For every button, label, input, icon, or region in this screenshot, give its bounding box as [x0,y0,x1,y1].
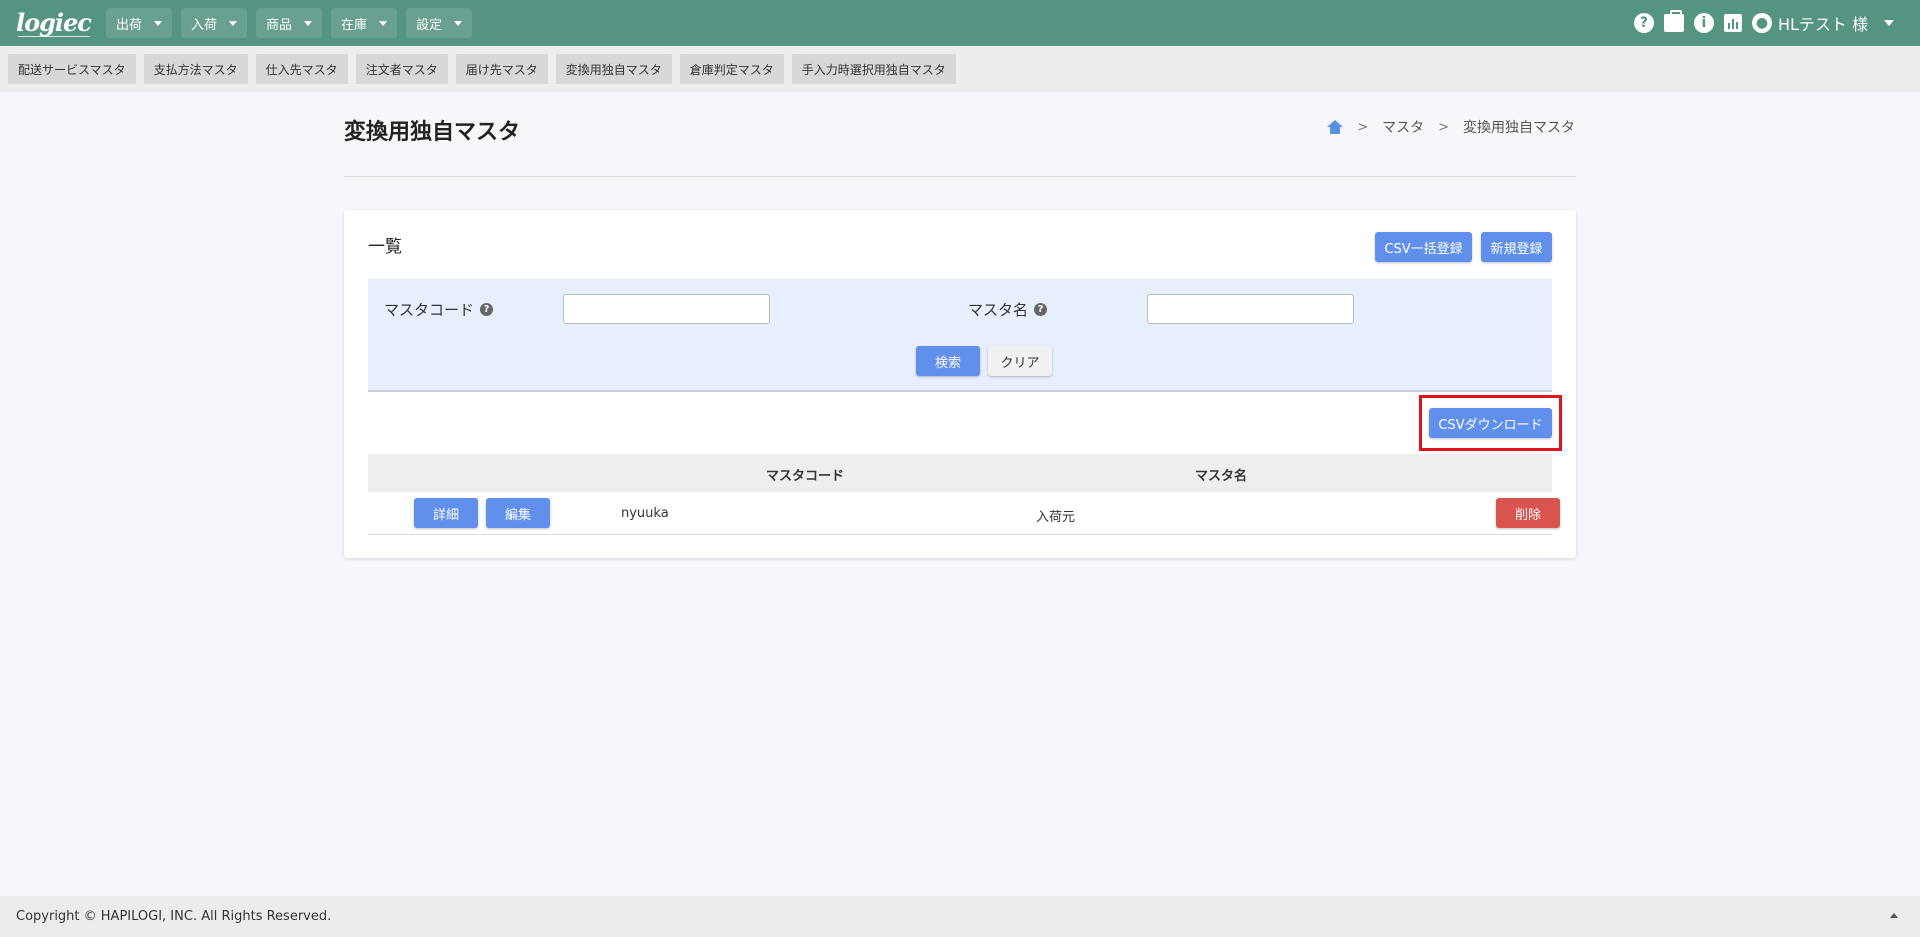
bar-chart-icon[interactable] [1723,14,1742,32]
highlight-box [1419,395,1562,451]
copyright-text: Copyright © HAPILOGI, INC. All Rights Re… [16,909,332,924]
breadcrumb-current: 変換用独自マスタ [1463,120,1575,136]
card-title: 一覧 [368,237,402,257]
tab-recipient[interactable]: 届け先マスタ [455,54,548,84]
new-register-button[interactable]: 新規登録 [1481,232,1552,262]
navbar-tools: ? i ● HLテスト 様 [1633,10,1894,35]
menu-shipping[interactable]: 出荷 [106,8,173,38]
label-text: マスタ名 [968,301,1029,319]
caret-down-icon [379,20,388,26]
caret-down-icon [154,20,163,26]
column-header-code: マスタコード [766,469,845,484]
menu-label: 出荷 [116,17,143,33]
tab-warehouse-rule[interactable]: 倉庫判定マスタ [679,54,784,84]
caret-down-icon [229,20,238,26]
master-name-input[interactable] [1147,294,1354,324]
detail-button[interactable]: 詳細 [414,498,478,528]
divider [344,176,1576,177]
chevron-right-icon: > [1438,119,1449,135]
cell-code: nyuuka [621,506,669,521]
delete-button[interactable]: 削除 [1496,498,1560,528]
help-circle-icon[interactable]: ? [480,303,494,316]
master-code-input[interactable] [563,294,770,324]
caret-down-icon [304,20,313,26]
home-icon[interactable] [1327,120,1344,134]
master-name-label: マスタ名 ? [968,299,1048,320]
tab-orderer[interactable]: 注文者マスタ [355,54,448,84]
list-card: 一覧 CSV一括登録 新規登録 マスタコード ? マスタ名 ? 検索 クリア C… [344,210,1576,558]
caret-down-icon [454,20,463,26]
table-header: マスタコード マスタ名 [368,454,1552,492]
menu-label: 設定 [416,17,443,33]
master-tabs: 配送サービスマスタ 支払方法マスタ 仕入先マスタ 注文者マスタ 届け先マスタ 変… [0,46,1920,92]
menu-settings[interactable]: 設定 [406,8,473,38]
cell-name: 入荷元 [1036,510,1076,525]
menu-products[interactable]: 商品 [256,8,323,38]
column-header-name: マスタ名 [1195,469,1248,484]
chevron-right-icon: > [1357,119,1369,135]
label-text: マスタコード [384,301,475,319]
table-row: 詳細 編集 nyuuka 入荷元 削除 [368,492,1560,535]
tab-supplier[interactable]: 仕入先マスタ [255,54,348,84]
user-name: HLテスト 様 [1777,15,1868,34]
tab-payment-method[interactable]: 支払方法マスタ [143,54,248,84]
briefcase-icon[interactable] [1663,10,1684,32]
menu-receiving[interactable]: 入荷 [181,8,248,38]
caret-down-icon [1884,20,1894,26]
user-menu[interactable]: ● HLテスト 様 [1751,11,1894,35]
tab-conversion-master[interactable]: 変換用独自マスタ [555,54,672,84]
footer: Copyright © HAPILOGI, INC. All Rights Re… [0,896,1920,937]
help-icon[interactable]: ? [1633,13,1654,33]
master-code-label: マスタコード ? [384,299,494,320]
top-navbar: logiec 出荷 入荷 商品 在庫 設定 ? i ● HLテスト 様 [0,0,1920,46]
account-circle-icon: ● [1751,13,1772,33]
logo[interactable]: logiec [16,8,92,38]
menu-label: 商品 [266,17,293,33]
clear-button[interactable]: クリア [988,346,1052,376]
breadcrumb-master[interactable]: マスタ [1382,117,1424,137]
help-circle-icon[interactable]: ? [1034,303,1048,316]
tab-manual-select-master[interactable]: 手入力時選択用独自マスタ [791,54,956,84]
scroll-top-icon[interactable] [1890,913,1898,918]
menu-inventory[interactable]: 在庫 [331,8,398,38]
page-title: 変換用独自マスタ [344,120,521,145]
main-menu: 出荷 入荷 商品 在庫 設定 [106,8,473,38]
search-panel: マスタコード ? マスタ名 ? 検索 クリア [368,279,1552,392]
menu-label: 入荷 [191,17,218,33]
menu-label: 在庫 [341,17,368,33]
search-button[interactable]: 検索 [916,346,980,376]
csv-bulk-register-button[interactable]: CSV一括登録 [1375,232,1472,262]
tab-delivery-service[interactable]: 配送サービスマスタ [8,54,136,84]
edit-button[interactable]: 編集 [486,498,550,528]
breadcrumb: > マスタ > 変換用独自マスタ [1327,117,1575,137]
info-icon[interactable]: i [1693,13,1714,33]
